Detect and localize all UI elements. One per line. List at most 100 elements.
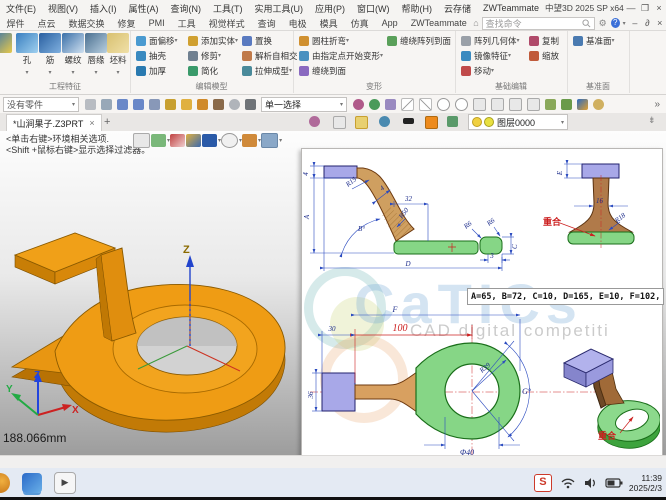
overflow-chevron[interactable]: » — [654, 99, 660, 110]
spline-icon[interactable] — [490, 97, 504, 111]
tool-replace[interactable]: 置换 — [240, 33, 298, 48]
graphics-area[interactable]: <单击右键>环境相关选项. <Shift +鼠标右键>显示选择过滤器。 ▾ ▾ … — [0, 131, 666, 464]
lightbulb-tool-icon[interactable] — [446, 116, 458, 127]
taskbar-record-icon[interactable]: ▶ — [54, 471, 76, 494]
csys-icon[interactable] — [332, 116, 346, 129]
taskbar-clock[interactable]: 11:39 2025/2/3 — [629, 473, 662, 493]
menu-view[interactable]: 视图(V) — [42, 2, 84, 15]
tray-app-icon[interactable]: S — [533, 473, 552, 492]
menu-inquire[interactable]: 查询(N) — [165, 2, 208, 15]
tab-electrode[interactable]: 电极 — [282, 17, 313, 30]
tool-wraptoface[interactable]: 缠绕到面 — [297, 63, 383, 78]
part-filter-select[interactable]: 没有零件 ▾ — [3, 96, 79, 112]
tool-thicken[interactable]: 加厚 — [134, 63, 178, 78]
document-tab[interactable]: *山涧果子.Z3PRT × — [6, 114, 102, 131]
tool-faceoffset[interactable]: 面偏移 ▾ — [134, 33, 178, 48]
drawing-sheet[interactable]: CaTICs CAD digital competiti — [301, 148, 664, 464]
tool-simplify[interactable]: 简化 — [186, 63, 238, 78]
minimize-button[interactable]: — — [624, 3, 638, 13]
menu-window[interactable]: 窗口(W) — [351, 2, 396, 15]
polyline-icon[interactable] — [472, 97, 486, 111]
render-icon[interactable] — [592, 98, 604, 110]
circlepoint-icon[interactable] — [436, 97, 450, 111]
doc-close-button[interactable]: × — [654, 18, 666, 28]
close-button[interactable]: × — [652, 3, 666, 13]
history-icon[interactable] — [228, 98, 240, 110]
shaded-cube-icon[interactable] — [576, 98, 588, 110]
angleline-icon[interactable] — [526, 97, 540, 111]
snap2-icon[interactable] — [132, 98, 144, 110]
command-search[interactable]: 查找命令 — [481, 16, 595, 30]
grid-icon[interactable] — [354, 116, 368, 129]
collapse-ribbon-icon[interactable]: ⇟ — [648, 115, 656, 126]
snap3-icon[interactable] — [148, 98, 160, 110]
help-caret-icon[interactable]: ▾ — [623, 20, 626, 27]
tab-pmi[interactable]: PMI — [142, 18, 171, 28]
face1-icon[interactable] — [544, 98, 556, 110]
menu-tools[interactable]: 工具(T) — [207, 2, 249, 15]
select-hand-icon[interactable] — [151, 134, 166, 147]
bulb-on-icon[interactable] — [472, 117, 482, 127]
tab-tools[interactable]: 工具 — [171, 17, 202, 30]
session-icon[interactable] — [212, 98, 224, 110]
linewidth-swatch[interactable] — [402, 118, 414, 124]
face2-icon[interactable] — [560, 98, 572, 110]
speaker-icon[interactable] — [583, 476, 598, 490]
tab-zwteammate[interactable]: ZWTeammate — [404, 18, 473, 28]
menu-zwteammate[interactable]: ZWTeammate — [477, 3, 545, 13]
settings-gear-icon[interactable]: ⚙ — [599, 18, 607, 29]
tab-inquire[interactable]: 查询 — [251, 17, 282, 30]
tab-simulation[interactable]: 仿真 — [344, 17, 375, 30]
pick-icon[interactable] — [100, 98, 112, 110]
tool-stock[interactable]: 坯料 ▾ — [105, 33, 131, 76]
menu-attributes[interactable]: 属性(A) — [123, 2, 165, 15]
view-axis-icon[interactable] — [308, 116, 320, 127]
world-icon[interactable] — [378, 116, 390, 127]
taskbar-zw3d-icon[interactable] — [22, 472, 42, 493]
layer-select[interactable]: 图层0000 ▾ — [468, 114, 568, 130]
tool-resolve[interactable]: 解析自相交 — [240, 48, 298, 63]
magnet-icon[interactable] — [352, 98, 364, 110]
arc-icon[interactable] — [508, 97, 522, 111]
export-icon[interactable] — [196, 98, 208, 110]
wifi-icon[interactable] — [560, 476, 576, 490]
split-icon[interactable] — [384, 98, 396, 110]
help-icon[interactable]: ? — [610, 18, 620, 28]
tool-trim[interactable]: 修剪 ▾ — [186, 48, 238, 63]
menu-help[interactable]: 帮助(H) — [396, 2, 439, 15]
line-icon[interactable] — [400, 97, 414, 111]
tool-addsolid[interactable]: 添加实体 ▾ — [186, 33, 238, 48]
tool-mirror[interactable]: 镜像特征 ▾ — [459, 48, 520, 63]
menu-cloud[interactable]: 云存储 — [438, 2, 477, 15]
unlock-icon[interactable] — [242, 134, 258, 147]
tab-repair[interactable]: 修复 — [111, 17, 142, 30]
tool-datumplane[interactable]: 基准面 ▾ — [571, 33, 615, 48]
tab-close-icon[interactable]: × — [89, 118, 94, 128]
stop-icon[interactable] — [244, 98, 256, 110]
tool-shell[interactable]: 抽壳 — [134, 48, 178, 63]
flag-icon[interactable] — [164, 98, 176, 110]
tab-visualstyle[interactable]: 视觉样式 — [202, 17, 251, 30]
tool-cutoff[interactable] — [0, 33, 14, 53]
sketch-pen-icon[interactable] — [170, 134, 186, 147]
tab-app[interactable]: App — [375, 18, 404, 28]
home-icon[interactable]: ⌂ — [473, 18, 478, 28]
tool-patterngeom[interactable]: 阵列几何体 ▾ — [459, 33, 520, 48]
tool-scale[interactable]: 缩放 — [527, 48, 559, 63]
tab-weldment[interactable]: 焊件 — [0, 17, 31, 30]
solid-box-icon[interactable] — [186, 134, 202, 147]
bulb-frozen-icon[interactable] — [484, 117, 494, 127]
battery-icon[interactable] — [605, 477, 623, 489]
line2-icon[interactable] — [418, 97, 432, 111]
tool-move[interactable]: 移动 ▾ — [459, 63, 520, 78]
doc-restore-button[interactable]: ∂ — [641, 18, 653, 28]
selection-mode-select[interactable]: 单一选择 ▾ — [261, 96, 347, 112]
shaded-view-icon[interactable] — [202, 134, 218, 147]
circle-icon[interactable] — [454, 97, 468, 111]
tab-mold[interactable]: 模具 — [313, 17, 344, 30]
menu-utilities[interactable]: 实用工具(U) — [249, 2, 310, 15]
color-swatch[interactable] — [424, 116, 438, 129]
exit-icon[interactable] — [133, 133, 150, 148]
filter-icon[interactable] — [84, 98, 96, 110]
doc-minimize-button[interactable]: – — [629, 18, 641, 28]
